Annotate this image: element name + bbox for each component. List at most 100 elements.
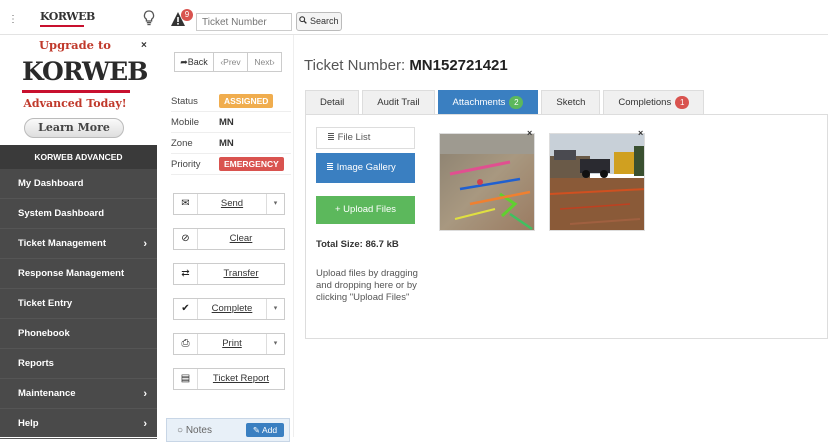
ticket-tabs: Detail Audit Trail Attachments 2 Sketch C… <box>305 90 707 114</box>
chevron-right-icon: › <box>143 238 147 250</box>
file-list-button[interactable]: ≣ File List <box>316 127 415 149</box>
close-icon[interactable]: × <box>141 40 147 51</box>
upgrade-title: Upgrade to <box>39 38 111 52</box>
sidebar-item-label: Phonebook <box>18 328 70 339</box>
tab-detail[interactable]: Detail <box>305 90 360 114</box>
completions-count-badge: 1 <box>675 96 690 109</box>
sidebar-item-label: Reports <box>18 358 54 369</box>
clear-button[interactable]: ⊘ Clear <box>173 228 285 250</box>
excavation-site-photo <box>550 134 644 230</box>
add-note-label: Add <box>261 425 278 435</box>
sidebar-item-help[interactable]: Help › <box>0 409 157 439</box>
sidebar: Upgrade to × KORWEB Advanced Today! Lear… <box>0 35 157 439</box>
close-icon[interactable]: × <box>527 128 532 138</box>
ticket-number-label: Ticket Number: <box>304 57 406 74</box>
page-title: Ticket Number: MN152721421 <box>304 57 508 74</box>
tab-label: Sketch <box>556 97 586 108</box>
priority-badge: EMERGENCY <box>219 157 284 171</box>
next-button[interactable]: Next› <box>248 52 282 72</box>
sidebar-nav: My Dashboard System Dashboard Ticket Man… <box>0 169 157 439</box>
complete-dropdown-toggle[interactable]: ▾ <box>266 299 284 319</box>
ticket-report-label: Ticket Report <box>212 373 270 384</box>
ticket-report-button[interactable]: ▤ Ticket Report <box>173 368 285 390</box>
upload-help-text: Upload files by dragging and dropping he… <box>316 268 418 303</box>
back-button[interactable]: ➦Back <box>174 52 214 72</box>
tab-label: Completions <box>618 97 672 108</box>
attachment-thumbnail[interactable] <box>439 133 535 231</box>
lightbulb-icon[interactable] <box>143 10 155 29</box>
tab-label: Detail <box>320 97 345 108</box>
korweb-logo-underline <box>22 90 130 93</box>
print-label: Print <box>222 338 242 349</box>
menu-icon[interactable]: ⋮ <box>8 14 18 25</box>
brand-logo-underline <box>40 25 84 27</box>
search-button-label: Search <box>309 16 339 26</box>
status-label: Status <box>171 95 198 107</box>
ban-icon: ⊘ <box>174 229 198 249</box>
search-icon <box>299 16 310 26</box>
list-icon: ≣ <box>327 132 335 143</box>
attachment-thumbnail[interactable] <box>549 133 645 231</box>
comment-icon: ○ <box>177 425 184 436</box>
top-bar: ⋮ KORWEB 9 Search <box>0 5 828 35</box>
ticket-actions: ✉ Send ▾ ⊘ Clear ⇄ Transfer ✔ Complete ▾… <box>173 193 285 403</box>
tab-sketch[interactable]: Sketch <box>541 90 601 114</box>
main-content: Ticket Number: MN152721421 Detail Audit … <box>294 35 828 437</box>
close-icon[interactable]: × <box>638 128 643 138</box>
sidebar-item-ticket-entry[interactable]: Ticket Entry <box>0 289 157 319</box>
alert-indicator[interactable]: 9 <box>170 9 193 31</box>
learn-more-button[interactable]: Learn More <box>24 118 124 138</box>
sidebar-item-system-dashboard[interactable]: System Dashboard <box>0 199 157 229</box>
brand-logo[interactable]: KORWEB <box>40 10 95 23</box>
tab-audit-trail[interactable]: Audit Trail <box>362 90 435 114</box>
priority-row: Priority EMERGENCY <box>171 154 291 175</box>
total-size: Total Size: 86.7 kB <box>316 239 399 250</box>
search-button[interactable]: Search <box>296 12 342 31</box>
ticket-number-input[interactable] <box>196 13 292 31</box>
korweb-logo: KORWEB <box>22 57 148 86</box>
sidebar-item-maintenance[interactable]: Maintenance › <box>0 379 157 409</box>
print-icon: ⎙ <box>174 334 198 354</box>
image-gallery-label: Image Gallery <box>336 162 396 173</box>
report-icon: ▤ <box>174 369 198 389</box>
add-note-button[interactable]: ✎ Add <box>246 423 284 437</box>
gallery-icon: ≣ <box>326 162 334 173</box>
sidebar-item-label: Response Management <box>18 268 125 279</box>
sidebar-item-response-management[interactable]: Response Management <box>0 259 157 289</box>
notes-label-text: Notes <box>185 425 212 436</box>
sidebar-item-reports[interactable]: Reports <box>0 349 157 379</box>
upgrade-promo: Upgrade to × KORWEB Advanced Today! Lear… <box>0 35 157 145</box>
edit-icon: ✎ <box>252 425 261 435</box>
transfer-button[interactable]: ⇄ Transfer <box>173 263 285 285</box>
chevron-right-icon: › <box>143 388 147 400</box>
ticket-navigation: ➦Back ‹Prev Next› <box>174 52 282 72</box>
sidebar-item-label: My Dashboard <box>18 178 84 189</box>
prev-button[interactable]: ‹Prev <box>214 52 248 72</box>
zone-label: Zone <box>171 137 193 149</box>
send-button[interactable]: ✉ Send ▾ <box>173 193 285 215</box>
image-gallery-button[interactable]: ≣ Image Gallery <box>316 153 415 183</box>
tab-label: Attachments <box>452 97 506 108</box>
sidebar-item-label: System Dashboard <box>18 208 105 219</box>
notes-panel: ○ Notes ✎ Add <box>166 418 290 442</box>
sidebar-item-phonebook[interactable]: Phonebook <box>0 319 157 349</box>
back-arrow-icon: ➦ <box>180 57 188 67</box>
mobile-row: Mobile MN <box>171 112 291 133</box>
sidebar-item-ticket-management[interactable]: Ticket Management › <box>0 229 157 259</box>
print-dropdown-toggle[interactable]: ▾ <box>266 334 284 354</box>
tab-label: Audit Trail <box>377 97 420 108</box>
print-button[interactable]: ⎙ Print ▾ <box>173 333 285 355</box>
upload-files-button[interactable]: + Upload Files <box>316 196 415 224</box>
tab-completions[interactable]: Completions 1 <box>603 90 705 114</box>
tab-attachments[interactable]: Attachments 2 <box>437 90 539 114</box>
sidebar-item-label: Help <box>18 418 39 429</box>
sidebar-item-my-dashboard[interactable]: My Dashboard <box>0 169 157 199</box>
chevron-right-icon: › <box>143 418 147 430</box>
complete-button[interactable]: ✔ Complete ▾ <box>173 298 285 320</box>
sidebar-header: KORWEB ADVANCED <box>0 145 157 169</box>
ticket-number-value: MN152721421 <box>409 57 508 74</box>
sidebar-item-label: Ticket Entry <box>18 298 73 309</box>
clear-label: Clear <box>229 233 253 244</box>
back-label: Back <box>187 57 208 67</box>
send-dropdown-toggle[interactable]: ▾ <box>266 194 284 214</box>
